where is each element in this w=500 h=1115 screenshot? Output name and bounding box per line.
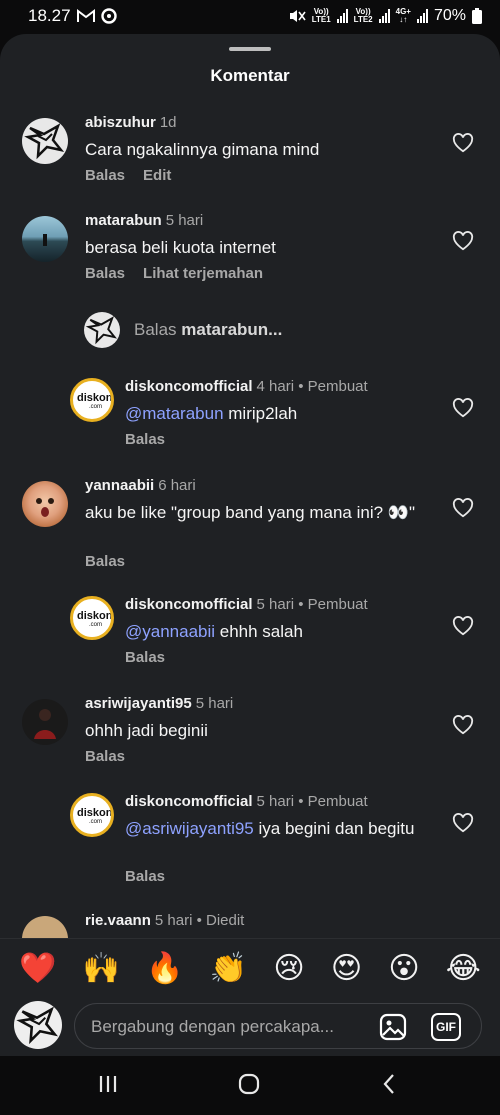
creator-badge: • Pembuat bbox=[294, 793, 368, 810]
battery-percent: 70% bbox=[433, 7, 466, 24]
signal-icon bbox=[378, 9, 390, 23]
heart-icon[interactable] bbox=[452, 715, 474, 735]
comment-username[interactable]: rie.vaann bbox=[85, 912, 151, 929]
heart-icon[interactable] bbox=[452, 616, 474, 636]
comments-sheet: Komentar abiszuhur 1d Cara ngakalinnya gi… bbox=[0, 34, 500, 1115]
comment-input[interactable]: Bergabung dengan percakapa... GIF bbox=[74, 1003, 482, 1049]
comment-time: 5 hari bbox=[256, 596, 295, 613]
comment-time: 5 hari bbox=[195, 695, 234, 712]
comment-text: iya begini dan begitu bbox=[253, 819, 415, 838]
emoji-fire[interactable]: 🔥 bbox=[146, 951, 183, 987]
avatar[interactable]: diskon .com bbox=[70, 793, 114, 837]
image-icon[interactable] bbox=[378, 1012, 408, 1042]
emoji-raised-hands[interactable]: 🙌 bbox=[83, 951, 120, 987]
mention-link[interactable]: @matarabun bbox=[125, 404, 224, 423]
comment-username[interactable]: diskoncomofficial bbox=[125, 793, 253, 810]
battery-icon bbox=[472, 8, 482, 24]
comment-text: mirip2lah bbox=[223, 404, 298, 423]
app-notification-icon bbox=[100, 8, 117, 24]
comment-username[interactable]: diskoncomofficial bbox=[125, 378, 253, 395]
emoji-laughing[interactable]: 😂 bbox=[446, 951, 481, 987]
signal-icon bbox=[416, 9, 428, 23]
volte-lte1-indicator: Vo)) LTE1 bbox=[311, 7, 331, 24]
avatar[interactable] bbox=[22, 216, 68, 262]
comment-username[interactable]: diskoncomofficial bbox=[125, 596, 253, 613]
mention-link[interactable]: @yannaabii bbox=[125, 622, 215, 641]
mention-link[interactable]: @asriwijayanti95 bbox=[125, 819, 254, 838]
current-user-avatar bbox=[14, 1001, 62, 1049]
comment-username[interactable]: matarabun bbox=[85, 212, 162, 229]
reply-button[interactable]: Balas bbox=[125, 649, 165, 666]
creator-badge: • Pembuat bbox=[294, 596, 368, 613]
avatar bbox=[84, 312, 120, 348]
heart-icon[interactable] bbox=[452, 133, 474, 153]
status-bar: 18.27 Vo)) LTE1 Vo)) LTE2 4G+ ↓↑ 70% bbox=[0, 0, 500, 32]
reply-button[interactable]: Balas bbox=[85, 265, 125, 282]
emoji-heart-eyes[interactable]: 😍 bbox=[331, 951, 362, 987]
comment-time: 6 hari bbox=[158, 477, 196, 494]
emoji-heart[interactable]: ❤️ bbox=[19, 951, 56, 987]
comment-time: 5 hari bbox=[154, 912, 193, 929]
heart-icon[interactable] bbox=[452, 498, 474, 518]
volte-lte2-indicator: Vo)) LTE2 bbox=[353, 7, 373, 24]
edit-button[interactable]: Edit bbox=[143, 167, 171, 184]
reply-button[interactable]: Balas bbox=[125, 868, 165, 885]
composer: Bergabung dengan percakapa... GIF bbox=[14, 1001, 484, 1051]
heart-icon[interactable] bbox=[452, 813, 474, 833]
clock: 18.27 bbox=[28, 6, 71, 25]
emoji-surprised[interactable]: 😮 bbox=[388, 951, 419, 987]
creator-badge: • Pembuat bbox=[294, 378, 368, 395]
comment-username[interactable]: asriwijayanti95 bbox=[85, 695, 192, 712]
comment-text: Cara ngakalinnya gimana mind bbox=[85, 140, 320, 159]
avatar[interactable]: diskon .com bbox=[70, 378, 114, 422]
signal-icon bbox=[336, 9, 348, 23]
emoji-quick-bar: ❤️ 🙌 🔥 👏 😢 😍 😮 😂 bbox=[0, 951, 500, 987]
comment-composer-tray: ❤️ 🙌 🔥 👏 😢 😍 😮 😂 Bergabung dengan percak… bbox=[0, 938, 500, 1056]
system-nav-bar bbox=[0, 1056, 500, 1115]
comment-text: berasa beli kuota internet bbox=[85, 238, 276, 257]
comment-text: aku be like "group band yang mana ini? 👀… bbox=[85, 503, 415, 522]
comment-username[interactable]: abiszuhur bbox=[85, 114, 156, 131]
sheet-title: Komentar bbox=[210, 66, 290, 85]
avatar[interactable] bbox=[22, 699, 68, 745]
emoji-clap[interactable]: 👏 bbox=[210, 951, 247, 987]
network-4g-indicator: 4G+ ↓↑ bbox=[395, 7, 411, 24]
gif-icon[interactable]: GIF bbox=[431, 1013, 461, 1041]
heart-icon[interactable] bbox=[452, 231, 474, 251]
avatar[interactable]: diskon .com bbox=[70, 596, 114, 640]
avatar[interactable] bbox=[22, 481, 68, 527]
gmail-icon bbox=[76, 9, 95, 22]
comment-time: 4 hari bbox=[256, 378, 295, 395]
reply-prompt[interactable]: Balas matarabun... bbox=[84, 312, 282, 348]
mute-icon bbox=[289, 10, 306, 22]
see-translation-button[interactable]: Lihat terjemahan bbox=[143, 265, 263, 282]
comment-input-placeholder: Bergabung dengan percakapa... bbox=[91, 1017, 334, 1036]
comment-username[interactable]: yannaabii bbox=[85, 477, 154, 494]
comment-text: ehhh salah bbox=[215, 622, 303, 641]
reply-button[interactable]: Balas bbox=[85, 553, 125, 570]
back-icon[interactable] bbox=[378, 1072, 402, 1096]
home-icon[interactable] bbox=[237, 1072, 261, 1096]
heart-icon[interactable] bbox=[452, 398, 474, 418]
edited-badge: • Diedit bbox=[192, 912, 245, 929]
reply-button[interactable]: Balas bbox=[85, 167, 125, 184]
comment-text: ohhh jadi beginii bbox=[85, 721, 208, 740]
drag-handle[interactable] bbox=[229, 47, 271, 51]
reply-prompt-prefix: Balas bbox=[134, 320, 177, 339]
comment-time: 5 hari bbox=[256, 793, 295, 810]
comment-time: 5 hari bbox=[165, 212, 204, 229]
reply-button[interactable]: Balas bbox=[85, 748, 125, 765]
emoji-crying[interactable]: 😢 bbox=[273, 951, 304, 987]
reply-prompt-target: matarabun... bbox=[181, 320, 283, 339]
reply-button[interactable]: Balas bbox=[125, 431, 165, 448]
avatar[interactable] bbox=[22, 118, 68, 164]
comment-time: 1d bbox=[159, 114, 177, 131]
recent-apps-icon[interactable] bbox=[96, 1072, 120, 1096]
